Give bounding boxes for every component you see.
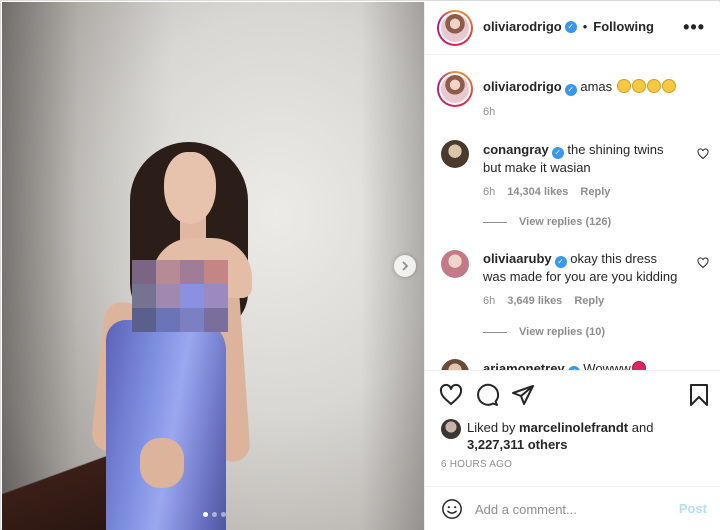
post-comment-button[interactable]: Post: [679, 501, 707, 516]
carousel-next-button[interactable]: [394, 255, 416, 277]
like-comment-heart-icon[interactable]: [697, 257, 709, 269]
comment-time: 6h: [483, 186, 496, 198]
header-separator: •: [582, 19, 588, 34]
author-info: oliviarodrigo ✓ • Following: [483, 19, 654, 34]
following-button[interactable]: Following: [593, 19, 654, 34]
view-replies-button[interactable]: View replies (10): [483, 326, 605, 338]
mosaic-cell: [132, 260, 156, 284]
mosaic-cell: [156, 308, 180, 332]
mosaic-cell: [204, 308, 228, 332]
photo-hand: [140, 438, 184, 488]
post-caption: oliviarodrigo ✓ amas: [483, 78, 703, 96]
mosaic-cell: [180, 260, 204, 284]
commenter-avatar[interactable]: [441, 140, 469, 168]
like-heart-icon[interactable]: [439, 383, 463, 407]
commenter-avatar[interactable]: [441, 250, 469, 278]
post-photo[interactable]: [2, 2, 424, 530]
comment-body: oliviaaruby ✓ okay this dress was made fo…: [483, 250, 679, 285]
comments-list[interactable]: oliviarodrigo ✓ amas 6h conangray ✓ the sh…: [425, 56, 720, 370]
post-modal: oliviarodrigo ✓ • Following ••• oliviaro…: [0, 0, 720, 530]
mosaic-cell: [180, 308, 204, 332]
verified-badge-icon: ✓: [551, 147, 564, 159]
mosaic-cell: [204, 284, 228, 308]
verified-badge-icon: ✓: [554, 256, 567, 268]
liked-by-and: and: [631, 420, 654, 435]
action-bar: [425, 370, 720, 410]
reply-button[interactable]: Reply: [580, 186, 610, 198]
comment-bubble-icon[interactable]: [475, 383, 499, 407]
caption-text: amas: [580, 79, 613, 94]
caption-time: 6h: [483, 106, 496, 118]
comment-likes[interactable]: 14,304 likes: [507, 186, 568, 198]
comment-input[interactable]: [475, 499, 665, 519]
mosaic-cell: [156, 284, 180, 308]
mosaic-cell: [132, 308, 156, 332]
likes-text: Liked by marcelinolefrandt and 3,227,311…: [467, 419, 711, 453]
mosaic-cell: [156, 260, 180, 284]
comment-body: conangray ✓ the shining twins but make it…: [483, 141, 679, 176]
author-username[interactable]: oliviarodrigo: [483, 19, 562, 34]
more-options-icon[interactable]: •••: [683, 17, 705, 38]
post-timestamp: 6 HOURS AGO: [441, 459, 513, 470]
liked-by-others[interactable]: 3,227,311 others: [467, 437, 567, 452]
carousel-indicator: [203, 512, 226, 517]
photo-floor: [2, 440, 122, 530]
caption-avatar[interactable]: [437, 71, 473, 107]
comment-username[interactable]: oliviaaruby: [483, 251, 552, 266]
post-header: oliviarodrigo ✓ • Following •••: [425, 2, 720, 55]
comment-time: 6h: [483, 295, 496, 307]
mosaic-cell: [132, 284, 156, 308]
view-replies-label: View replies (10): [519, 326, 606, 338]
halo-emoji-icon: [646, 79, 661, 93]
comment-text: Wowww: [583, 361, 631, 370]
verified-badge-icon: ✓: [564, 84, 577, 96]
caption-username[interactable]: oliviarodrigo: [483, 79, 562, 94]
mosaic-cell: [204, 260, 228, 284]
view-replies-button[interactable]: View replies (126): [483, 216, 611, 228]
halo-emoji-icon: [616, 79, 631, 93]
replies-line: [483, 331, 507, 333]
pixelated-censor-mosaic: [132, 260, 228, 332]
comment-username[interactable]: ariamonetrey: [483, 361, 565, 370]
save-bookmark-icon[interactable]: [687, 383, 711, 407]
mosaic-cell: [180, 284, 204, 308]
liked-by-prefix: Liked by: [467, 420, 516, 435]
like-comment-heart-icon[interactable]: [697, 148, 709, 160]
emoji-smile-icon[interactable]: [441, 498, 463, 520]
commenter-avatar[interactable]: [441, 359, 469, 370]
author-avatar[interactable]: [437, 10, 473, 46]
carousel-dot: [221, 512, 226, 517]
halo-emoji-icon: [661, 79, 676, 93]
comment-body: ariamonetrey✓ Wowww: [483, 360, 679, 370]
comment-meta: 6h 14,304 likes Reply: [483, 186, 610, 198]
chevron-right-icon: [402, 261, 409, 271]
view-replies-label: View replies (126): [519, 216, 612, 228]
comment-meta: 6h 3,649 likes Reply: [483, 295, 604, 307]
add-comment-bar: Post: [425, 486, 720, 530]
likes-summary: Liked by marcelinolefrandt and 3,227,311…: [441, 419, 711, 453]
comment-likes[interactable]: 3,649 likes: [507, 295, 562, 307]
reply-button[interactable]: Reply: [574, 295, 604, 307]
heart-eyes-emoji-icon: [631, 361, 646, 370]
photo-dress: [106, 320, 226, 530]
liked-by-user[interactable]: marcelinolefrandt: [519, 420, 628, 435]
replies-line: [483, 221, 507, 223]
comment-username[interactable]: conangray: [483, 142, 549, 157]
share-paper-plane-icon[interactable]: [511, 383, 535, 407]
verified-badge-icon: ✓: [564, 20, 577, 33]
carousel-dot: [212, 512, 217, 517]
post-side-panel: oliviarodrigo ✓ • Following ••• oliviaro…: [424, 2, 720, 530]
carousel-dot: [203, 512, 208, 517]
photo-face: [164, 152, 216, 224]
halo-emoji-icon: [631, 79, 646, 93]
liker-avatar[interactable]: [441, 419, 461, 439]
